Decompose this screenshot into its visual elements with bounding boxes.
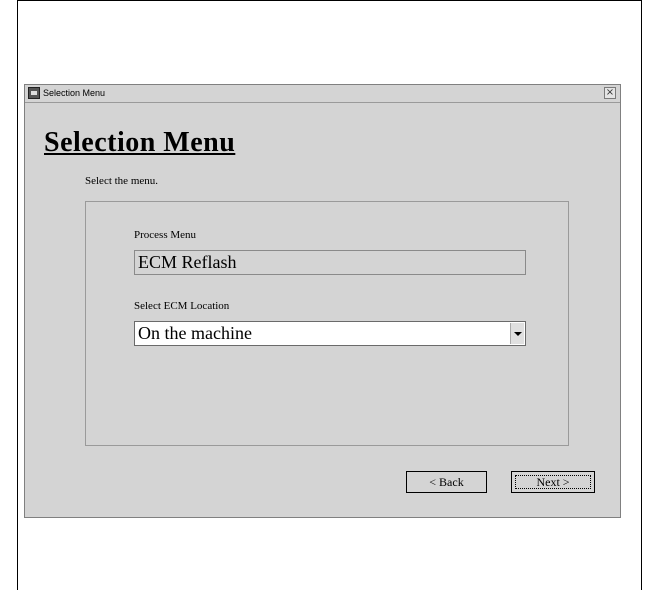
close-icon[interactable]: ×: [604, 87, 616, 99]
app-icon: [28, 87, 40, 99]
back-button[interactable]: < Back: [406, 471, 487, 493]
ecm-location-select[interactable]: On the machine: [134, 321, 526, 346]
ecm-location-value: On the machine: [138, 323, 252, 343]
next-button[interactable]: Next >: [511, 471, 595, 493]
process-menu-field: ECM Reflash: [134, 250, 526, 275]
process-menu-label: Process Menu: [134, 229, 197, 241]
page-title: Selection Menu: [44, 127, 236, 158]
chevron-down-icon[interactable]: [510, 323, 524, 344]
instruction-text: Select the menu.: [85, 175, 159, 187]
title-bar[interactable]: Selection Menu ×: [25, 85, 620, 103]
window-title: Selection Menu: [43, 88, 106, 98]
selection-menu-window: Selection Menu × Selection Menu Select t…: [24, 84, 621, 518]
next-button-label: Next >: [515, 475, 591, 489]
selection-group: Process Menu ECM Reflash Select ECM Loca…: [85, 201, 569, 446]
ecm-location-label: Select ECM Location: [134, 300, 230, 312]
